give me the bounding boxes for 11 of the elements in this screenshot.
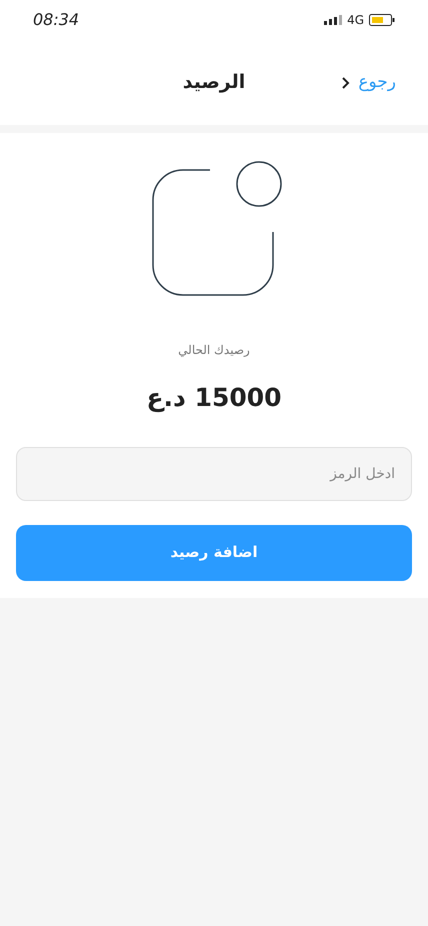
signal-icon (324, 15, 342, 25)
balance-amount: 15000 د.ع (146, 382, 282, 414)
network-label: 4G (347, 12, 364, 29)
page-title: الرصيد (182, 70, 246, 96)
balance-label: رصيدك الحالي (178, 342, 250, 359)
back-button[interactable]: رجوع (340, 70, 396, 96)
status-time: 08:34 (33, 9, 80, 31)
add-balance-button[interactable]: اضافة رصيد (16, 524, 412, 580)
chevron-icon (340, 76, 350, 90)
battery-icon (369, 14, 395, 26)
code-field[interactable]: ادخل الرمز (16, 446, 412, 500)
